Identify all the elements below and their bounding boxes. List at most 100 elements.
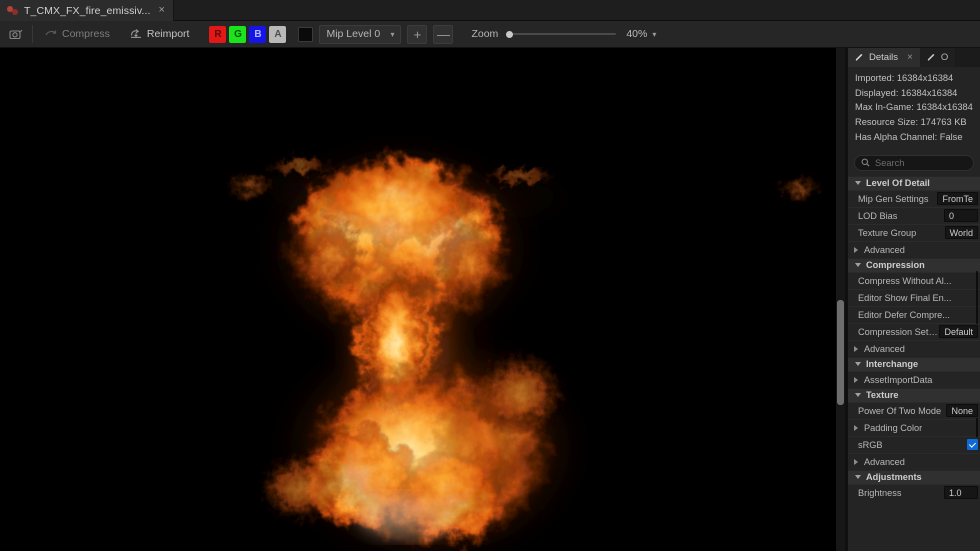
property-row-compression-settings[interactable]: Compression Settings Default [848, 322, 980, 340]
compress-icon [45, 30, 57, 35]
property-label: Advanced [864, 343, 905, 354]
property-label: Mip Gen Settings [858, 193, 929, 204]
property-row-mip-gen-settings[interactable]: Mip Gen Settings FromTe [848, 189, 980, 207]
property-label: Advanced [864, 244, 905, 255]
editor-show-final-encode-checkbox[interactable] [976, 287, 978, 307]
property-label: AssetImportData [864, 374, 933, 385]
reimport-icon [130, 29, 141, 38]
viewport-vertical-scrollbar[interactable] [836, 48, 845, 551]
reimport-button[interactable]: Reimport [122, 24, 198, 44]
section-header-texture[interactable]: Texture [848, 387, 980, 402]
section-label: Adjustments [866, 472, 922, 483]
property-label: Power Of Two Mode [858, 405, 942, 416]
info-max-in-game: Max In-Game: 16384x16384 [855, 102, 973, 113]
texture-preview-viewport[interactable] [0, 48, 846, 551]
compress-button[interactable]: Compress [37, 24, 118, 44]
reimport-label: Reimport [146, 28, 190, 40]
section-header-adjustments[interactable]: Adjustments [848, 469, 980, 484]
info-has-alpha-channel: Has Alpha Channel: False [855, 131, 963, 142]
chevron-down-icon [855, 475, 861, 480]
channel-toggle-alpha[interactable]: A [269, 25, 287, 43]
zoom-label: Zoom [471, 28, 499, 40]
chevron-down-icon: ▾ [652, 29, 657, 39]
details-search-row: Search [848, 151, 980, 176]
search-input[interactable]: Search [854, 154, 974, 171]
mip-level-dropdown[interactable]: Mip Level 0 ▾ [319, 24, 402, 44]
property-label: LOD Bias [858, 210, 898, 221]
texture-editor-window: T_CMX_FX_fire_emissiv... × Compress Reim… [0, 0, 980, 551]
main-toolbar: Compress Reimport R G B A Mip Level 0 ▾ … [0, 21, 980, 48]
channel-toggle-red[interactable]: R [209, 25, 227, 43]
chevron-down-icon: ▾ [390, 29, 395, 39]
power-of-two-mode-value[interactable]: None [946, 404, 978, 418]
close-icon[interactable]: × [907, 52, 913, 63]
property-row-padding-color[interactable]: Padding Color [848, 417, 980, 437]
property-group-asset-import-data[interactable]: AssetImportData [848, 370, 980, 388]
lod-bias-value[interactable]: 0 [944, 209, 978, 223]
section-label: Texture [866, 390, 899, 401]
pencil-icon [927, 53, 935, 61]
camera-home-icon[interactable] [0, 21, 30, 48]
section-label: Level Of Detail [866, 178, 930, 189]
tab-details[interactable]: Details × [848, 48, 920, 67]
search-placeholder: Search [875, 157, 905, 168]
property-row-power-of-two-mode[interactable]: Power Of Two Mode None [848, 401, 980, 419]
tab-secondary[interactable]: O [919, 48, 956, 67]
chevron-down-icon [855, 263, 861, 268]
property-label: Editor Defer Compre... [858, 309, 950, 320]
zoom-value: 40% [626, 28, 648, 40]
property-row-compress-without-alpha[interactable]: Compress Without Al... [848, 270, 980, 290]
texture-group-value[interactable]: World [944, 226, 978, 240]
section-header-level-of-detail[interactable]: Level Of Detail [848, 175, 980, 190]
viewport-scrollbar-thumb[interactable] [837, 300, 844, 405]
chevron-down-icon [855, 393, 861, 398]
channel-toggle-blue[interactable]: B [249, 25, 267, 43]
mip-level-value: Mip Level 0 [326, 28, 381, 40]
section-label: Compression [866, 260, 925, 271]
property-label: Compress Without Al... [858, 275, 952, 286]
toolbar-divider [32, 25, 33, 43]
zoom-out-button[interactable]: — [433, 24, 454, 44]
tab-secondary-label: O [940, 52, 949, 63]
srgb-checkbox[interactable] [967, 439, 978, 451]
property-group-advanced-lod[interactable]: Advanced [848, 240, 980, 258]
document-tab-texture[interactable]: T_CMX_FX_fire_emissiv... × [0, 0, 174, 21]
property-group-advanced-texture[interactable]: Advanced [848, 452, 980, 470]
info-resource-size: Resource Size: 174763 KB [855, 117, 967, 128]
texture-asset-icon [7, 5, 18, 16]
property-row-editor-show-final-encode[interactable]: Editor Show Final En... [848, 287, 980, 307]
close-icon[interactable]: × [156, 5, 164, 16]
property-label: Editor Show Final En... [858, 292, 952, 303]
mip-gen-settings-value[interactable]: FromTe [937, 192, 978, 206]
document-tab-label: T_CMX_FX_fire_emissiv... [24, 4, 151, 17]
zoom-value-dropdown[interactable]: 40% ▾ [626, 28, 656, 40]
chevron-down-icon [855, 362, 861, 367]
info-displayed: Displayed: 16384x16384 [855, 87, 958, 98]
texture-info-block: Imported: 16384x16384 Displayed: 16384x1… [848, 67, 980, 151]
property-row-lod-bias[interactable]: LOD Bias 0 [848, 206, 980, 224]
padding-color-swatch[interactable] [976, 417, 978, 437]
compression-settings-value[interactable]: Default [939, 325, 978, 339]
compress-without-alpha-checkbox[interactable] [976, 270, 978, 290]
brightness-value[interactable]: 1.0 [944, 486, 978, 500]
details-panel-tab-bar: Details × O [848, 48, 980, 67]
channel-toggle-green[interactable]: G [229, 25, 247, 43]
zoom-slider[interactable] [506, 27, 617, 41]
zoom-slider-knob[interactable] [506, 30, 514, 38]
document-tab-strip: T_CMX_FX_fire_emissiv... × [0, 0, 980, 21]
section-label: Interchange [866, 359, 919, 370]
property-row-editor-defer-compression[interactable]: Editor Defer Compre... [848, 304, 980, 324]
property-label: Advanced [864, 456, 905, 467]
editor-defer-compression-checkbox[interactable] [976, 304, 978, 324]
property-row-brightness[interactable]: Brightness 1.0 [848, 483, 980, 501]
zoom-in-button[interactable]: + [407, 24, 428, 44]
background-color-swatch[interactable] [298, 26, 314, 42]
property-label: sRGB [858, 439, 883, 450]
tab-details-label: Details [869, 52, 899, 63]
chevron-down-icon [855, 181, 861, 186]
property-row-srgb[interactable]: sRGB [848, 435, 980, 453]
property-group-advanced-compression[interactable]: Advanced [848, 339, 980, 357]
section-header-interchange[interactable]: Interchange [848, 356, 980, 371]
section-header-compression[interactable]: Compression [848, 257, 980, 272]
property-row-texture-group[interactable]: Texture Group World [848, 223, 980, 241]
